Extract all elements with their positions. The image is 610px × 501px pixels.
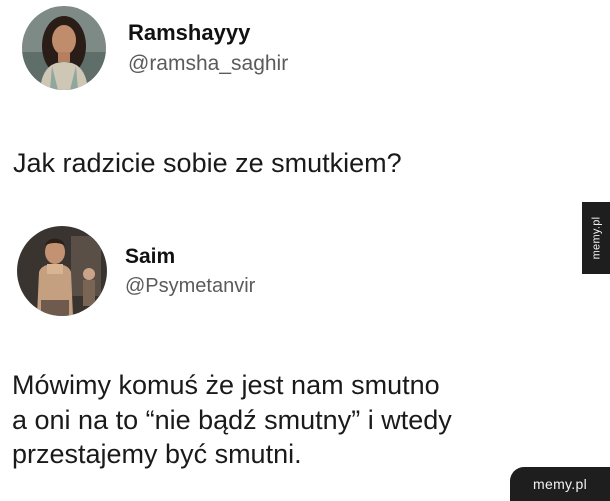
tweet-1-names: Ramshayyy @ramsha_saghir (128, 20, 288, 76)
avatar[interactable] (22, 6, 106, 90)
tweet-2-text-line-3: przestajemy być smutni. (12, 439, 302, 470)
tweet-2-names: Saim @Psymetanvir (125, 245, 255, 298)
tweet-1-header: Ramshayyy @ramsha_saghir (22, 6, 288, 90)
display-name[interactable]: Saim (125, 245, 255, 269)
side-watermark: memy.pl (582, 202, 610, 274)
tweet-2-text: Mówimy komuś że jest nam smutno a oni na… (12, 368, 452, 472)
corner-watermark-text: memy.pl (533, 476, 587, 492)
tweet-2-header: Saim @Psymetanvir (17, 226, 255, 316)
tweet-2-text-line-2: a oni na to “nie bądź smutny” i wtedy (12, 404, 452, 435)
tweet-2-text-line-1: Mówimy komuś że jest nam smutno (12, 370, 440, 400)
side-watermark-text: memy.pl (590, 216, 603, 260)
corner-watermark: memy.pl (510, 467, 610, 501)
avatar[interactable] (17, 226, 107, 316)
user-handle[interactable]: @Psymetanvir (125, 275, 255, 298)
tweet-1-text: Jak radzicie sobie ze smutkiem? (13, 148, 402, 178)
display-name[interactable]: Ramshayyy (128, 20, 288, 46)
user-handle[interactable]: @ramsha_saghir (128, 52, 288, 76)
